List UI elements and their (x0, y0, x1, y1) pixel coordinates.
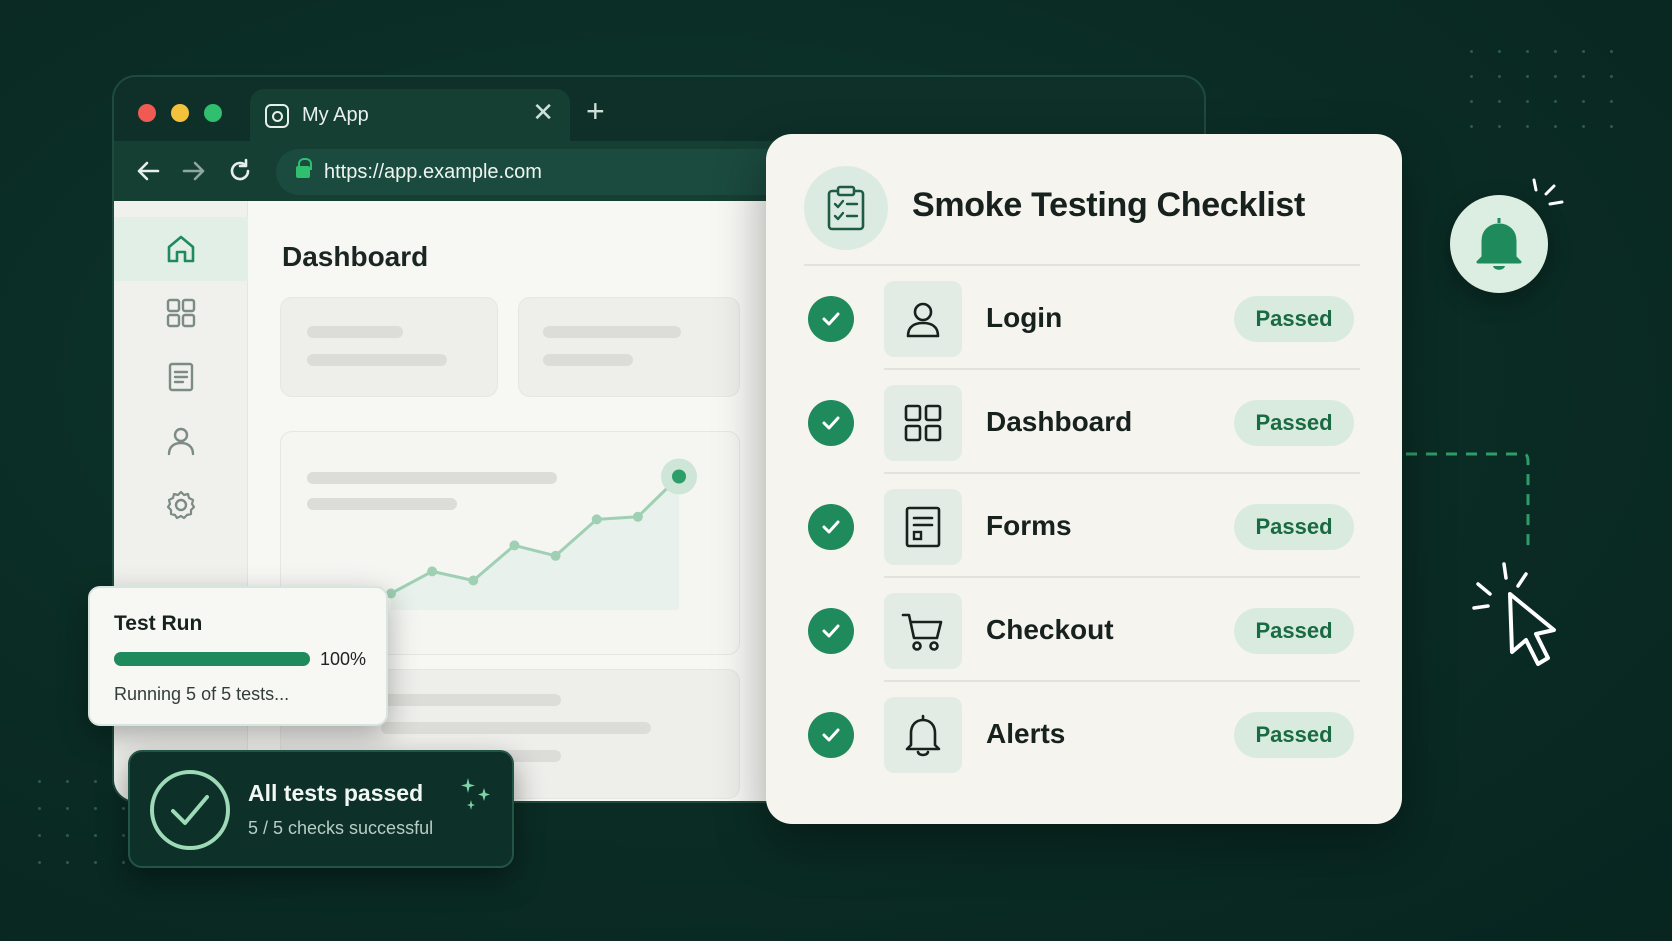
skeleton-card (280, 297, 498, 397)
toast-title: All tests passed (248, 780, 424, 806)
sparkle-icon (461, 778, 490, 810)
check-icon (808, 400, 854, 446)
sidebar-item-home[interactable] (114, 217, 248, 281)
close-window-button[interactable] (138, 104, 156, 122)
arrow-right-icon[interactable] (180, 157, 208, 185)
app-icon (265, 104, 289, 128)
clipboard-checklist-icon (804, 166, 888, 250)
dot-grid-top-right (1470, 50, 1613, 128)
browser-tab[interactable]: My App ✕ (250, 89, 570, 141)
cart-icon (884, 593, 962, 669)
checklist-row-login[interactable]: Login Passed (804, 266, 1360, 370)
test-run-card: Test Run 100% Running 5 of 5 tests... (88, 586, 388, 726)
trend-point (632, 511, 643, 522)
progress-percent: 100% (320, 649, 367, 669)
status-badge: Passed (1234, 296, 1354, 342)
sidebar-item-forms[interactable] (114, 345, 248, 409)
user-icon (167, 427, 195, 456)
gear-icon (166, 490, 196, 520)
trend-point (468, 575, 479, 586)
test-run-title: Test Run (114, 612, 203, 635)
checklist-row-alerts[interactable]: Alerts Passed (804, 682, 1360, 786)
check-icon (808, 296, 854, 342)
status-badge: Passed (1234, 712, 1354, 758)
sidebar-item-settings[interactable] (114, 473, 248, 537)
skeleton-card (518, 297, 740, 397)
sidebar-item-profile[interactable] (114, 409, 248, 473)
home-icon (167, 235, 195, 263)
trend-point (591, 514, 602, 525)
trend-area (391, 476, 679, 610)
smoke-testing-checklist-panel: Smoke Testing Checklist Login Passed Das… (766, 134, 1402, 824)
checklist-item-label: Login (986, 302, 1063, 333)
checklist-row-dashboard[interactable]: Dashboard Passed (804, 370, 1360, 474)
checklist-item-label: Checkout (986, 614, 1114, 645)
status-badge: Passed (1234, 608, 1354, 654)
bell-icon (1476, 218, 1522, 270)
dashed-connector (1406, 452, 1530, 554)
arrow-left-icon[interactable] (134, 157, 162, 185)
test-run-status: Running 5 of 5 tests... (114, 684, 290, 704)
all-tests-passed-toast: All tests passed 5 / 5 checks successful (128, 750, 514, 868)
checklist-item-label: Alerts (986, 718, 1066, 749)
check-icon (808, 712, 854, 758)
trend-point (427, 566, 438, 577)
check-circle-icon (150, 770, 230, 850)
checklist-row-checkout[interactable]: Checkout Passed (804, 578, 1360, 682)
grid-icon (884, 385, 962, 461)
reload-icon[interactable] (226, 157, 254, 185)
check-icon (808, 504, 854, 550)
trend-point (672, 469, 686, 484)
test-run-progress-bar (114, 652, 310, 666)
progress-fill (114, 652, 310, 666)
tab-title: My App (302, 104, 369, 126)
bell-ring-lines (1532, 178, 1564, 206)
trend-point (509, 540, 520, 551)
maximize-window-button[interactable] (204, 104, 222, 122)
sidebar-item-dashboard[interactable] (114, 281, 248, 345)
lock-icon (296, 158, 312, 178)
pointer-cursor-icon (1470, 560, 1580, 680)
minimize-window-button[interactable] (171, 104, 189, 122)
page-title: Dashboard (282, 241, 429, 272)
document-icon (168, 362, 194, 392)
status-badge: Passed (1234, 504, 1354, 550)
check-icon (808, 608, 854, 654)
checklist-title: Smoke Testing Checklist (912, 186, 1306, 224)
toast-subtitle: 5 / 5 checks successful (248, 818, 434, 838)
checklist-item-label: Forms (986, 510, 1072, 541)
document-icon (884, 489, 962, 565)
new-tab-button[interactable]: + (586, 95, 605, 127)
browser-titlebar: My App ✕ + (114, 77, 1204, 141)
url-text: https://app.example.com (324, 161, 542, 183)
user-icon (884, 281, 962, 357)
bell-icon (884, 697, 962, 773)
grid-icon (166, 298, 196, 328)
trend-point (550, 550, 561, 561)
checklist-item-label: Dashboard (986, 406, 1133, 437)
tab-close-icon[interactable]: ✕ (532, 99, 554, 125)
status-badge: Passed (1234, 400, 1354, 446)
checklist-row-forms[interactable]: Forms Passed (804, 474, 1360, 578)
